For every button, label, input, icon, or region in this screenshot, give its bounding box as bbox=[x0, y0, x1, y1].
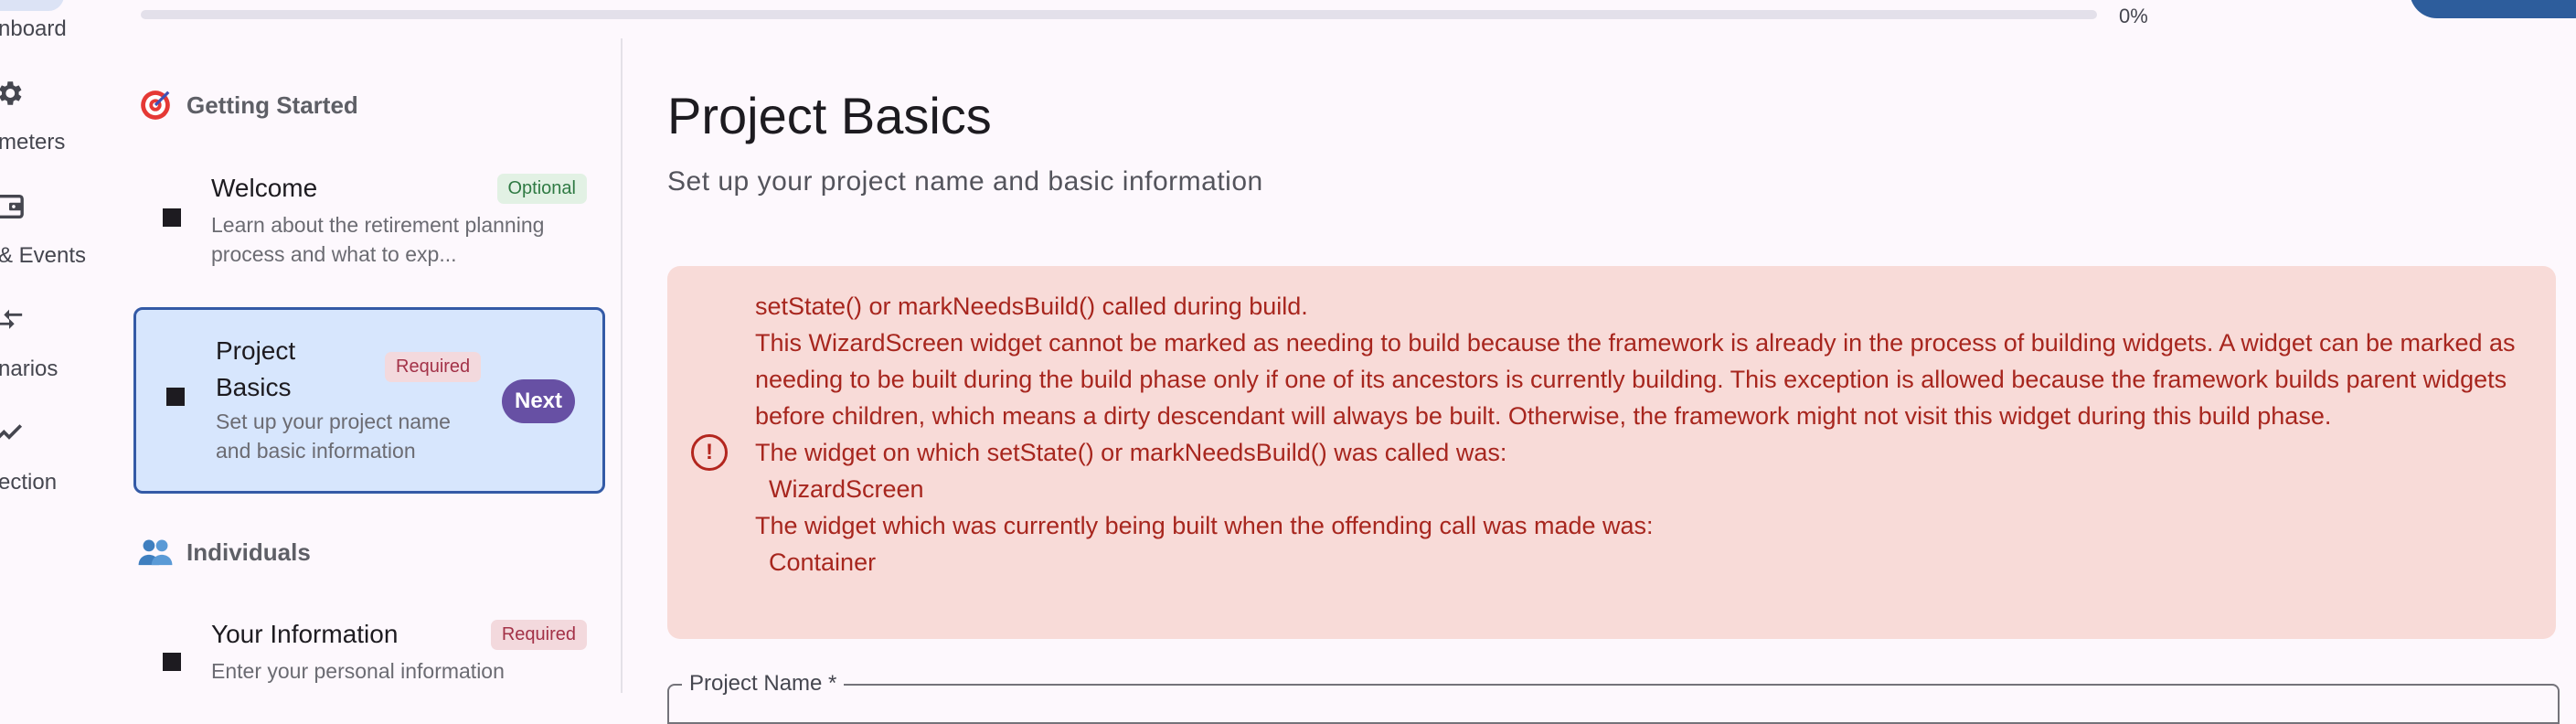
error-line: setState() or markNeedsBuild() called du… bbox=[755, 293, 1308, 320]
navigation-rail: nboard meters & Events narios ection bbox=[0, 0, 137, 693]
error-message: setState() or markNeedsBuild() called du… bbox=[755, 288, 2538, 580]
rail-item-label: narios bbox=[0, 357, 59, 381]
required-badge: Required bbox=[490, 620, 587, 650]
error-banner: ! setState() or markNeedsBuild() called … bbox=[667, 266, 2556, 639]
step-description: Enter your personal information bbox=[211, 659, 505, 683]
trending-up-icon bbox=[0, 415, 29, 452]
step-status-icon bbox=[166, 388, 185, 406]
step-item-welcome[interactable]: Welcome Optional Learn about the retirem… bbox=[133, 161, 600, 276]
top-action-button[interactable] bbox=[2410, 0, 2576, 18]
project-name-field[interactable]: Project Name * bbox=[667, 671, 2560, 724]
step-status-icon bbox=[163, 208, 181, 227]
page-title: Project Basics bbox=[667, 87, 992, 144]
section-title: Individuals bbox=[186, 538, 311, 566]
error-line: This WizardScreen widget cannot be marke… bbox=[755, 329, 2516, 430]
rail-item-label: meters bbox=[0, 130, 66, 154]
section-individuals: Individuals bbox=[137, 534, 311, 570]
required-badge: Required bbox=[385, 352, 482, 382]
target-icon bbox=[137, 87, 174, 123]
rail-item-parameters[interactable]: meters bbox=[0, 75, 137, 185]
progress-bar bbox=[141, 10, 2097, 19]
step-title: Welcome bbox=[211, 174, 318, 202]
error-line: The widget which was currently being bui… bbox=[755, 512, 1654, 539]
error-line: Container bbox=[769, 548, 877, 576]
step-title: Project Basics bbox=[216, 336, 296, 401]
step-description: Learn about the retirement planning proc… bbox=[211, 213, 545, 266]
rail-item-scenarios[interactable]: narios bbox=[0, 302, 137, 411]
error-line: The widget on which setState() or markNe… bbox=[755, 439, 1507, 466]
rail-item-label: nboard bbox=[0, 16, 67, 41]
step-item-your-information[interactable]: Your Information Required Enter your per… bbox=[133, 609, 600, 693]
section-title: Getting Started bbox=[186, 90, 358, 119]
compare-arrows-icon bbox=[0, 302, 29, 338]
step-description: Set up your project name and basic infor… bbox=[216, 410, 451, 463]
rail-item-label: & Events bbox=[0, 243, 87, 268]
step-item-project-basics[interactable]: Project Basics Required Next Set up your… bbox=[133, 307, 605, 494]
error-line: WizardScreen bbox=[769, 475, 924, 503]
people-icon bbox=[137, 534, 174, 570]
wallet-icon bbox=[0, 188, 29, 225]
rail-item-label: ection bbox=[0, 470, 58, 495]
next-button[interactable]: Next bbox=[502, 379, 576, 423]
progress-percent: 0% bbox=[2119, 5, 2148, 27]
step-title: Your Information bbox=[211, 620, 399, 648]
section-getting-started: Getting Started bbox=[137, 87, 358, 123]
rail-item-events[interactable]: & Events bbox=[0, 188, 137, 298]
optional-badge: Optional bbox=[496, 174, 587, 204]
step-list-divider bbox=[621, 38, 623, 693]
page-subtitle: Set up your project name and basic infor… bbox=[667, 166, 1263, 197]
step-status-icon bbox=[163, 653, 181, 671]
error-circle-icon: ! bbox=[691, 434, 728, 471]
gear-icon bbox=[0, 75, 29, 112]
rail-item-projection[interactable]: ection bbox=[0, 415, 137, 525]
